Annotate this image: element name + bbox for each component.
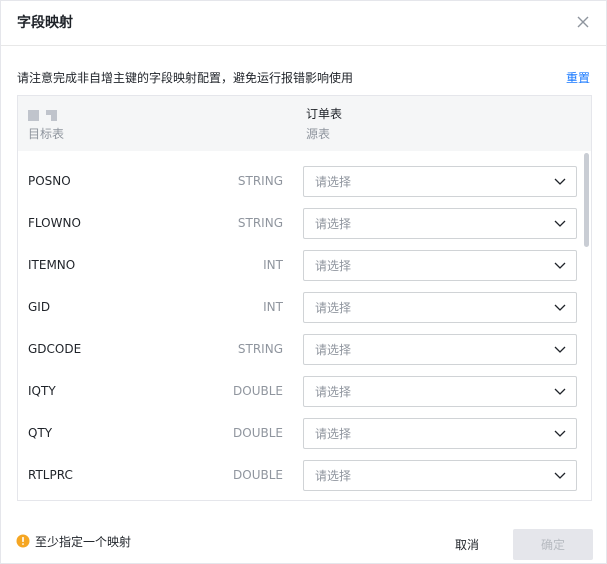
- table-row: RTLPRC DOUBLE 请选择: [18, 454, 578, 496]
- source-field-select[interactable]: 请选择: [303, 208, 577, 239]
- chevron-down-icon: [554, 472, 566, 479]
- warning-text: 至少指定一个映射: [35, 535, 132, 549]
- target-field-name: GID: [28, 300, 51, 314]
- target-field-type: STRING: [237, 342, 283, 356]
- dialog-title: 字段映射: [17, 15, 73, 31]
- source-table-name: 订单表: [306, 107, 343, 121]
- table-row: POSNO STRING 请选择: [18, 160, 578, 202]
- target-field-name: GDCODE: [28, 342, 82, 356]
- source-field-select[interactable]: 请选择: [303, 166, 577, 197]
- chevron-down-icon: [554, 388, 566, 395]
- chevron-down-icon: [554, 430, 566, 437]
- source-field-select[interactable]: 请选择: [303, 292, 577, 323]
- select-placeholder: 请选择: [315, 469, 352, 483]
- table-row: ITEMNO INT 请选择: [18, 244, 578, 286]
- table-row: FLOWNO STRING 请选择: [18, 202, 578, 244]
- select-placeholder: 请选择: [315, 259, 352, 273]
- select-placeholder: 请选择: [315, 427, 352, 441]
- source-table-header: 源表: [306, 127, 331, 141]
- select-placeholder: 请选择: [315, 175, 352, 189]
- cancel-button[interactable]: 取消: [441, 529, 493, 559]
- source-field-select[interactable]: 请选择: [303, 460, 577, 491]
- chevron-down-icon: [554, 220, 566, 227]
- field-mapping-dialog: 字段映射 请注意完成非自增主键的字段映射配置，避免运行报错影响使用 重置 目标表…: [0, 0, 607, 564]
- table-grid-icon: [28, 110, 57, 121]
- mapping-table-body: POSNO STRING 请选择 FLOWNO STRING 请选择 ITEMN…: [17, 151, 592, 501]
- target-field-name: RTLPRC: [28, 468, 73, 482]
- target-field-name: FLOWNO: [28, 216, 81, 230]
- chevron-down-icon: [554, 304, 566, 311]
- source-field-select[interactable]: 请选择: [303, 376, 577, 407]
- source-field-select[interactable]: 请选择: [303, 334, 577, 365]
- table-row: GID INT 请选择: [18, 286, 578, 328]
- chevron-down-icon: [554, 262, 566, 269]
- chevron-down-icon: [554, 346, 566, 353]
- table-row: IQTY DOUBLE 请选择: [18, 370, 578, 412]
- reset-link[interactable]: 重置: [566, 69, 590, 87]
- target-field-name: ITEMNO: [28, 258, 76, 272]
- target-table-header: 目标表: [28, 127, 65, 141]
- target-field-type: INT: [263, 300, 283, 314]
- close-icon[interactable]: [576, 15, 590, 29]
- table-row: QTY DOUBLE 请选择: [18, 412, 578, 454]
- target-field-type: DOUBLE: [233, 426, 283, 440]
- select-placeholder: 请选择: [315, 385, 352, 399]
- mapping-table-header: 目标表 订单表 源表: [17, 95, 592, 151]
- chevron-down-icon: [554, 178, 566, 185]
- table-row: GDCODE STRING 请选择: [18, 328, 578, 370]
- target-field-type: DOUBLE: [233, 384, 283, 398]
- select-placeholder: 请选择: [315, 343, 352, 357]
- target-field-type: STRING: [237, 174, 283, 188]
- source-field-select[interactable]: 请选择: [303, 250, 577, 281]
- dialog-header: 字段映射: [1, 1, 606, 46]
- vertical-scrollbar[interactable]: [584, 153, 589, 247]
- target-field-name: POSNO: [28, 174, 71, 188]
- target-field-name: IQTY: [28, 384, 56, 398]
- select-placeholder: 请选择: [315, 217, 352, 231]
- target-field-type: STRING: [237, 216, 283, 230]
- source-field-select[interactable]: 请选择: [303, 418, 577, 449]
- confirm-button[interactable]: 确定: [513, 529, 593, 560]
- target-field-name: QTY: [28, 426, 53, 440]
- select-placeholder: 请选择: [315, 301, 352, 315]
- target-field-type: DOUBLE: [233, 468, 283, 482]
- mapping-notice: 请注意完成非自增主键的字段映射配置，避免运行报错影响使用: [17, 71, 354, 85]
- warning-icon: [16, 534, 30, 548]
- target-field-type: INT: [263, 258, 283, 272]
